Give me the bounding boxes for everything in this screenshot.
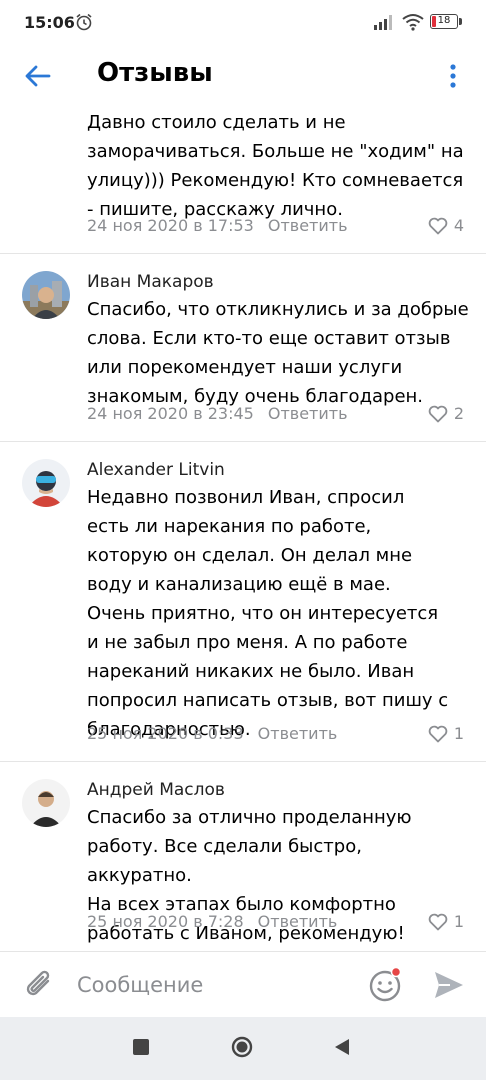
battery-level: 18 xyxy=(437,15,451,26)
alarm-icon xyxy=(76,13,92,31)
status-time: 15:06 xyxy=(24,13,75,32)
like-button[interactable]: 4 xyxy=(428,216,464,235)
comment-text: Спасибо, что откликнулись и за добрые сл… xyxy=(87,299,469,407)
like-count: 2 xyxy=(453,404,464,423)
reply-button[interactable]: Ответить xyxy=(268,216,348,235)
battery-icon: 18 xyxy=(430,14,458,29)
avatar[interactable] xyxy=(22,271,70,319)
emoji-icon[interactable] xyxy=(368,966,406,1004)
attach-icon[interactable] xyxy=(22,967,56,1003)
app-header: Отзывы xyxy=(0,46,486,106)
comment-date: 25 ноя 2020 в 0:33 xyxy=(87,724,244,743)
comment-date: 25 ноя 2020 в 7:28 xyxy=(87,912,244,931)
comment-item: Иван Макаров Спасибо, что откликнулись и… xyxy=(0,254,486,442)
comment-meta: 24 ноя 2020 в 17:53 Ответить xyxy=(87,216,348,235)
nav-recents-icon[interactable] xyxy=(133,1039,149,1055)
comment-meta: 24 ноя 2020 в 23:45 Ответить xyxy=(87,404,348,423)
heart-icon xyxy=(428,217,448,234)
signal-icon xyxy=(374,15,392,30)
like-button[interactable]: 1 xyxy=(428,912,464,931)
comment-meta: 25 ноя 2020 в 0:33 Ответить xyxy=(87,724,337,743)
page-title: Отзывы xyxy=(97,58,213,88)
comment-date: 24 ноя 2020 в 23:45 xyxy=(87,404,254,423)
heart-icon xyxy=(428,725,448,742)
like-button[interactable]: 2 xyxy=(428,404,464,423)
comment-item: Давно стоило сделать и не заморачиваться… xyxy=(0,106,486,254)
comment-author[interactable]: Иван Макаров xyxy=(87,272,214,292)
comment-footer: 25 ноя 2020 в 0:33 Ответить 1 xyxy=(0,442,486,762)
reply-button[interactable]: Ответить xyxy=(258,912,338,931)
comment-meta: 25 ноя 2020 в 7:28 Ответить xyxy=(87,912,337,931)
heart-icon xyxy=(428,405,448,422)
reply-button[interactable]: Ответить xyxy=(268,404,348,423)
comment-author[interactable]: Андрей Маслов xyxy=(87,780,225,800)
wifi-icon xyxy=(402,14,424,31)
message-input[interactable] xyxy=(77,966,347,1004)
heart-icon xyxy=(428,913,448,930)
status-bar: 15:06 18 xyxy=(0,0,486,46)
more-vertical-icon[interactable] xyxy=(444,62,462,90)
message-composer xyxy=(0,951,486,1018)
like-count: 4 xyxy=(453,216,464,235)
avatar[interactable] xyxy=(22,779,70,827)
comment-date: 24 ноя 2020 в 17:53 xyxy=(87,216,254,235)
like-count: 1 xyxy=(453,724,464,743)
reply-button[interactable]: Ответить xyxy=(258,724,338,743)
back-arrow-icon[interactable] xyxy=(22,60,54,92)
comment-item: Андрей Маслов Спасибо за отлично продела… xyxy=(0,762,486,950)
system-nav-bar xyxy=(0,1017,486,1080)
battery-nub xyxy=(459,18,462,25)
comments-list[interactable]: Давно стоило сделать и не заморачиваться… xyxy=(0,106,486,950)
like-count: 1 xyxy=(453,912,464,931)
send-icon[interactable] xyxy=(432,968,466,1002)
nav-home-icon[interactable] xyxy=(231,1036,253,1058)
like-button[interactable]: 1 xyxy=(428,724,464,743)
nav-back-icon[interactable] xyxy=(333,1037,351,1057)
comment-text: Давно стоило сделать и не заморачиваться… xyxy=(87,112,464,220)
